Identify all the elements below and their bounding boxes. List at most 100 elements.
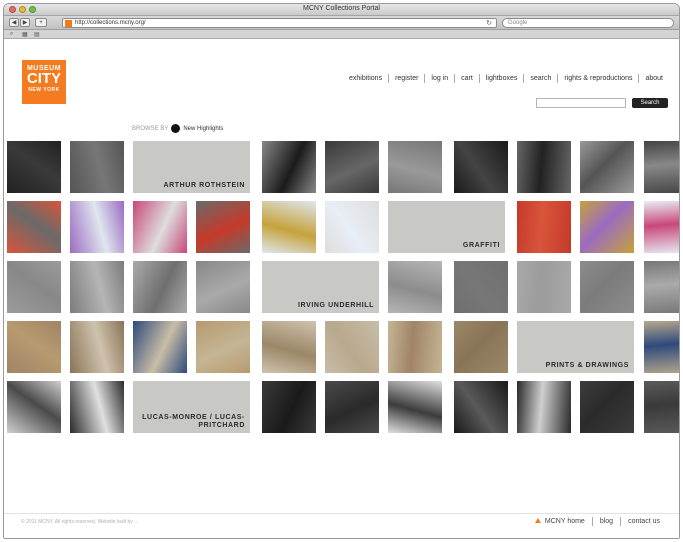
- reload-icon[interactable]: ↻: [486, 19, 492, 28]
- browser-search-input[interactable]: Google: [502, 18, 674, 28]
- browser-toolbar: ◀ ▶ + http://collections.mcny.org/ ↻ Goo…: [4, 16, 679, 30]
- thumbnail-image[interactable]: [325, 141, 379, 193]
- collection-label: IRVING UNDERHILL: [298, 302, 374, 309]
- collection-tile-lucas-monroe[interactable]: LUCAS-MONROE / LUCAS-PRITCHARD: [133, 381, 250, 433]
- thumbnail-image[interactable]: [196, 261, 250, 313]
- browser-search-placeholder: Google: [508, 20, 528, 26]
- thumbnail-image[interactable]: [70, 381, 124, 433]
- nav-register[interactable]: register: [388, 74, 424, 83]
- thumbnail-image[interactable]: [262, 141, 316, 193]
- collection-tile-prints-drawings[interactable]: PRINTS & DRAWINGS: [517, 321, 634, 373]
- thumbnail-image[interactable]: [644, 261, 679, 313]
- thumbnail-image[interactable]: [454, 381, 508, 433]
- home-icon: [534, 518, 541, 523]
- footer-link-home-label: MCNY home: [544, 518, 585, 525]
- thumbnail-image[interactable]: [133, 321, 187, 373]
- copyright-text: © 2011 MCNY. All rights reserved. Websit…: [21, 519, 139, 525]
- radio-selected-icon[interactable]: [171, 124, 181, 133]
- thumbnail-image[interactable]: [70, 261, 124, 313]
- thumbnail-image[interactable]: [517, 141, 571, 193]
- thumbnail-image[interactable]: [7, 141, 61, 193]
- thumbnail-image[interactable]: [517, 201, 571, 253]
- nav-rights-reproductions[interactable]: rights & reproductions: [557, 74, 638, 83]
- footer-link-home[interactable]: MCNY home: [528, 517, 592, 526]
- site-search-input[interactable]: [536, 98, 626, 108]
- thumbnail-image[interactable]: [262, 201, 316, 253]
- nav-lightboxes[interactable]: lightboxes: [478, 74, 524, 83]
- back-button[interactable]: ◀: [9, 18, 19, 27]
- thumbnail-image[interactable]: [7, 201, 61, 253]
- thumbnail-image[interactable]: [644, 201, 679, 253]
- footer-link-contact[interactable]: contact us: [620, 517, 667, 526]
- thumbnail-image[interactable]: [388, 261, 442, 313]
- favicon-icon: [65, 20, 72, 27]
- mcny-logo[interactable]: MUSEUM CITY NEW YORK: [22, 60, 66, 104]
- main-nav: exhibitions register log in cart lightbo…: [343, 74, 669, 83]
- nav-about[interactable]: about: [638, 74, 669, 83]
- thumbnail-image[interactable]: [70, 201, 124, 253]
- thumbnail-image[interactable]: [262, 321, 316, 373]
- thumbnail-image[interactable]: [133, 201, 187, 253]
- title-bar: MCNY Collections Portal: [4, 4, 679, 16]
- thumbnail-image[interactable]: [580, 261, 634, 313]
- thumbnail-image[interactable]: [454, 321, 508, 373]
- thumbnail-image[interactable]: [196, 321, 250, 373]
- thumbnail-image[interactable]: [580, 381, 634, 433]
- thumbnail-image[interactable]: [580, 201, 634, 253]
- footer: © 2011 MCNY. All rights reserved. Websit…: [4, 513, 679, 527]
- thumbnail-image[interactable]: [454, 141, 508, 193]
- thumbnail-image[interactable]: [133, 261, 187, 313]
- site-search-button[interactable]: Search: [632, 98, 668, 108]
- collection-label: PRINTS & DRAWINGS: [545, 362, 629, 369]
- thumbnail-image[interactable]: [388, 141, 442, 193]
- nav-exhibitions[interactable]: exhibitions: [343, 74, 388, 83]
- collection-tile-arthur-rothstein[interactable]: ARTHUR ROTHSTEIN: [133, 141, 250, 193]
- thumbnail-image[interactable]: [325, 381, 379, 433]
- thumbnail-image[interactable]: [70, 141, 124, 193]
- footer-nav: MCNY home blog contact us: [528, 517, 667, 526]
- thumbnail-image[interactable]: [325, 201, 379, 253]
- thumbnail-image[interactable]: [580, 141, 634, 193]
- thumbnail-grid: ARTHUR ROTHSTEIN GRAFFITI IRVING UNDERHILL…: [4, 141, 679, 441]
- browse-selected[interactable]: New Highlights: [183, 126, 223, 132]
- logo-line2: CITY: [26, 70, 62, 87]
- thumbnail-image[interactable]: [7, 261, 61, 313]
- logo-line3: NEW YORK: [28, 87, 60, 93]
- page-content: MUSEUM CITY NEW YORK exhibitions registe…: [4, 41, 679, 538]
- nav-cart[interactable]: cart: [454, 74, 479, 83]
- thumbnail-image[interactable]: [196, 201, 250, 253]
- thumbnail-image[interactable]: [325, 321, 379, 373]
- thumbnail-image[interactable]: [388, 321, 442, 373]
- add-bookmark-button[interactable]: +: [35, 18, 47, 27]
- thumbnail-image[interactable]: [7, 321, 61, 373]
- footer-link-blog[interactable]: blog: [591, 517, 620, 526]
- thumbnail-image[interactable]: [644, 321, 679, 373]
- thumbnail-image[interactable]: [517, 261, 571, 313]
- address-bar[interactable]: http://collections.mcny.org/ ↻: [62, 18, 497, 28]
- url-text: http://collections.mcny.org/: [75, 20, 146, 26]
- nav-search[interactable]: search: [523, 74, 557, 83]
- thumbnail-image[interactable]: [517, 381, 571, 433]
- collection-tile-graffiti[interactable]: GRAFFITI: [388, 201, 505, 253]
- thumbnail-image[interactable]: [262, 381, 316, 433]
- collection-tile-irving-underhill[interactable]: IRVING UNDERHILL: [262, 261, 379, 313]
- browser-window: MCNY Collections Portal ◀ ▶ + http://col…: [3, 3, 680, 539]
- window-title: MCNY Collections Portal: [303, 5, 380, 12]
- browse-by: BROWSE BY New Highlights: [132, 124, 223, 133]
- bookmarks-icon[interactable]: ⌕: [10, 31, 13, 38]
- thumbnail-image[interactable]: [644, 141, 679, 193]
- thumbnail-image[interactable]: [644, 381, 679, 433]
- thumbnail-image[interactable]: [7, 381, 61, 433]
- collection-label: LUCAS-MONROE / LUCAS-PRITCHARD: [142, 414, 245, 429]
- thumbnail-image[interactable]: [388, 381, 442, 433]
- browse-by-label: BROWSE BY: [132, 125, 169, 132]
- top-sites-icon[interactable]: ▦: [22, 31, 28, 38]
- collection-label: GRAFFITI: [462, 242, 500, 249]
- nav-log-in[interactable]: log in: [424, 74, 454, 83]
- thumbnail-image[interactable]: [70, 321, 124, 373]
- thumbnail-image[interactable]: [454, 261, 508, 313]
- forward-button[interactable]: ▶: [20, 18, 30, 27]
- reading-list-icon[interactable]: ▤: [34, 31, 40, 38]
- bookmarks-bar: ⌕ ▦ ▤: [4, 30, 679, 39]
- collection-label: ARTHUR ROTHSTEIN: [163, 182, 245, 189]
